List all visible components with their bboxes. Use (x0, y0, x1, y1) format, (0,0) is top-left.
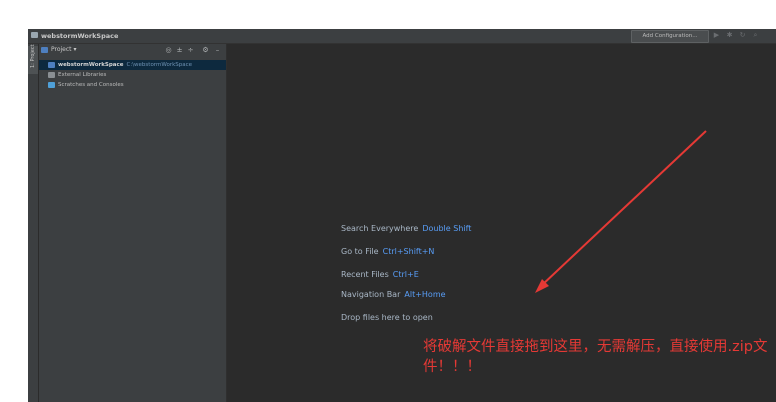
scratch-icon (48, 82, 55, 88)
tree-item-path: C:\webstormWorkSpace (126, 62, 193, 68)
red-annotation-text: 将破解文件直接拖到这里，无需解压，直接使用.zip文件！！！ (423, 339, 768, 375)
project-view-dropdown[interactable]: Project ▾ (51, 44, 76, 56)
window-title: webstormWorkSpace (41, 32, 119, 40)
collapse-all-icon[interactable]: ± (175, 45, 184, 55)
hint-go-to-file: Go to File Ctrl+Shift+N (341, 247, 435, 256)
tree-item-label: webstormWorkSpace (58, 62, 124, 68)
tree-item-label: Scratches and Consoles (58, 82, 124, 88)
hint-search-everywhere: Search Everywhere Double Shift (341, 224, 472, 233)
project-view-icon (41, 47, 48, 53)
hint-drop-files: Drop files here to open (341, 313, 433, 322)
search-icon[interactable]: ⌕ (751, 31, 760, 40)
hint-navigation-bar: Navigation Bar Alt+Home (341, 290, 446, 299)
hint-recent-files: Recent Files Ctrl+E (341, 270, 419, 279)
update-icon[interactable]: ↻ (738, 31, 747, 40)
project-panel: Project ▾ ◎ ± ÷ ⚙ – webstormWorkSpace C:\… (39, 44, 227, 402)
expand-icon[interactable]: ÷ (186, 45, 195, 55)
tree-item-project-root[interactable]: webstormWorkSpace C:\webstormWorkSpace (39, 60, 226, 70)
debug-icon[interactable]: ✱ (725, 31, 734, 40)
gear-icon[interactable]: ⚙ (201, 45, 210, 55)
run-icon[interactable]: ▶ (712, 31, 721, 40)
tree-item-scratches[interactable]: Scratches and Consoles (39, 80, 226, 90)
project-tool-tab[interactable]: 1: Project (28, 44, 38, 74)
shortcut-label: Alt+Home (404, 290, 446, 299)
tree-item-external-libraries[interactable]: External Libraries (39, 70, 226, 80)
folder-icon (31, 32, 38, 38)
folder-icon (48, 62, 55, 68)
title-bar: webstormWorkSpace Add Configuration... ▶… (28, 29, 776, 44)
locate-icon[interactable]: ◎ (164, 45, 173, 55)
shortcut-label: Double Shift (422, 224, 472, 233)
add-configuration-button[interactable]: Add Configuration... (631, 30, 709, 43)
left-tool-strip: 1: Project (28, 44, 39, 402)
project-panel-header: Project ▾ ◎ ± ÷ ⚙ – (39, 44, 226, 56)
tree-item-label: External Libraries (58, 72, 107, 78)
shortcut-label: Ctrl+E (392, 270, 419, 279)
hide-icon[interactable]: – (213, 45, 222, 55)
project-tool-tab-label: 1: Project (30, 44, 36, 68)
library-icon (48, 72, 55, 78)
shortcut-label: Ctrl+Shift+N (382, 247, 435, 256)
